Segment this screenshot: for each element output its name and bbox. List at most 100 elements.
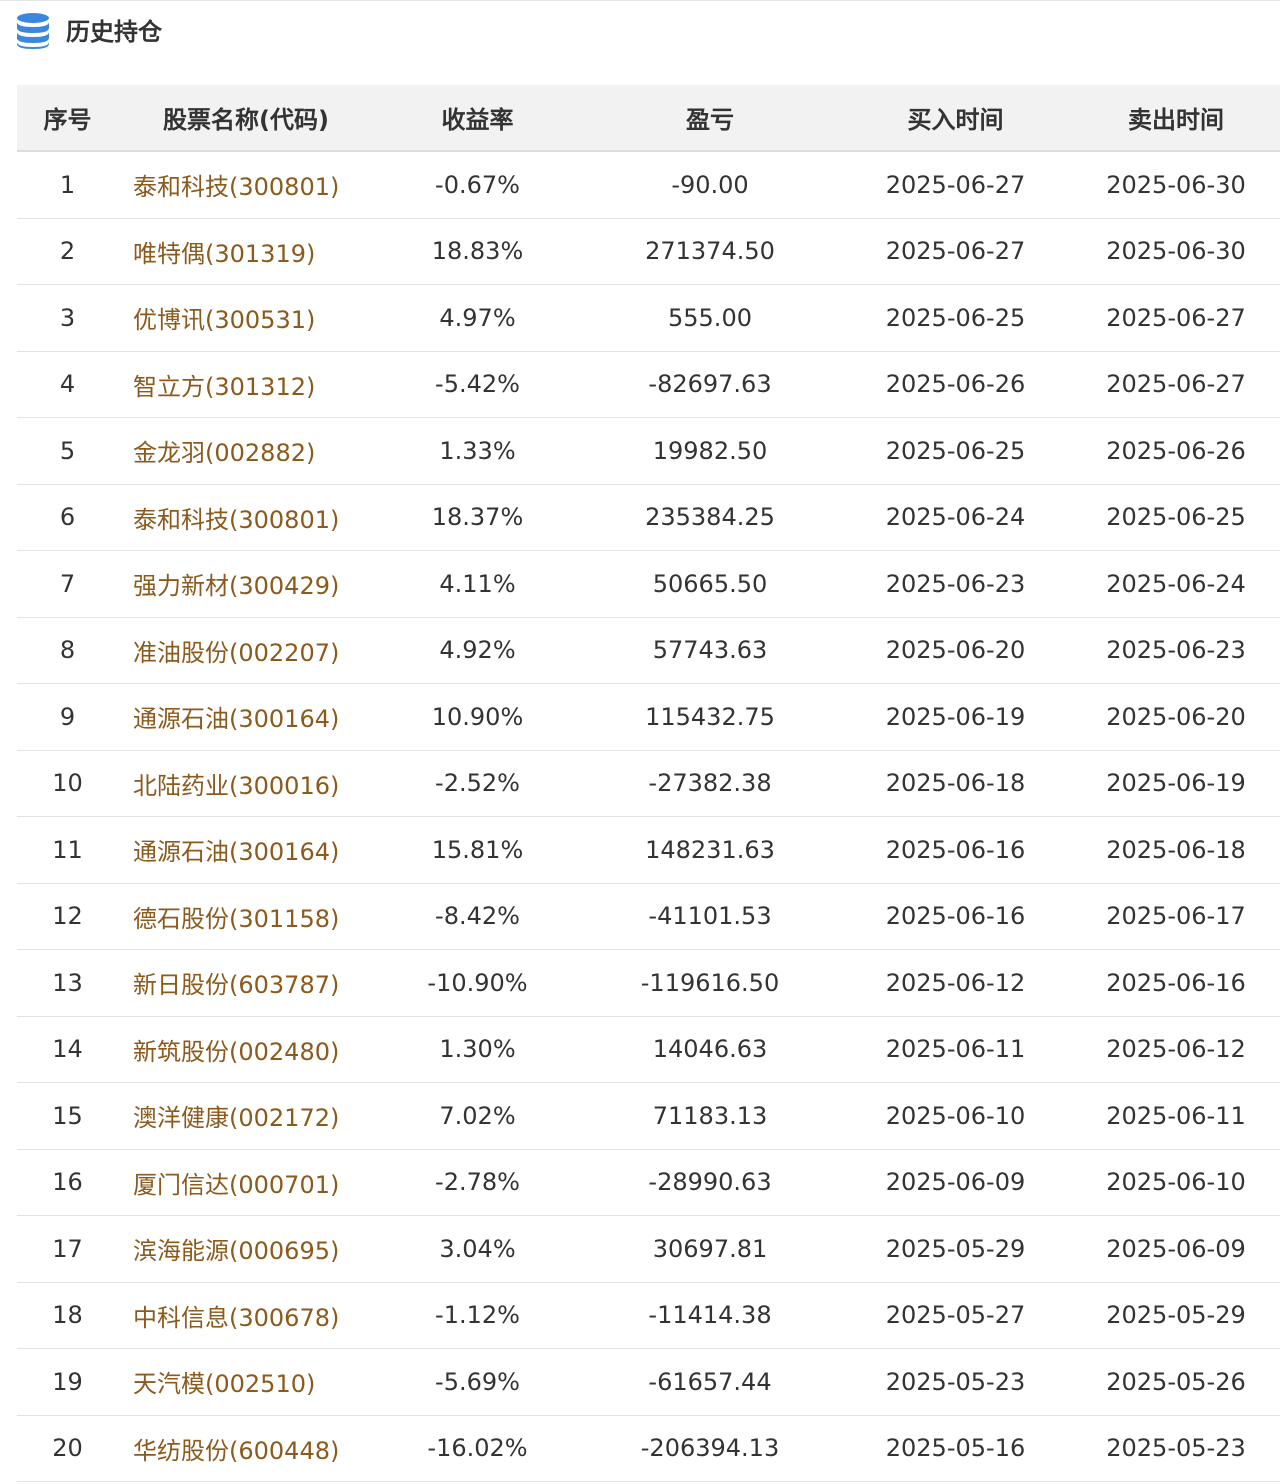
profit-loss: 50665.50 (581, 550, 839, 618)
sell-date: 2025-06-26 (1072, 417, 1280, 485)
sell-date: 2025-06-27 (1072, 351, 1280, 418)
sell-date: 2025-06-18 (1072, 816, 1280, 884)
holdings-table: 序号 股票名称(代码) 收益率 盈亏 买入时间 卖出时间 1 泰和科技(30080… (17, 85, 1280, 1482)
return-rate: 4.11% (374, 550, 581, 618)
sell-date: 2025-06-23 (1072, 617, 1280, 684)
profit-loss: 57743.63 (581, 617, 839, 684)
return-rate: -8.42% (374, 883, 581, 950)
table-row[interactable]: 4 智立方(301312) -5.42% -82697.63 2025-06-26 202… (17, 351, 1280, 418)
row-index: 11 (17, 816, 118, 884)
table-row[interactable]: 19 天汽模(002510) -5.69% -61657.44 2025-05-23 20… (17, 1348, 1280, 1416)
buy-date: 2025-06-12 (839, 949, 1072, 1017)
table-row[interactable]: 8 准油股份(002207) 4.92% 57743.63 2025-06-20 2025… (17, 617, 1280, 684)
column-header-index[interactable]: 序号 (17, 85, 118, 152)
sell-date: 2025-06-30 (1072, 218, 1280, 285)
return-rate: 1.33% (374, 417, 581, 485)
buy-date: 2025-06-09 (839, 1149, 1072, 1216)
table-row[interactable]: 20 华纺股份(600448) -16.02% -206394.13 2025-05-1… (17, 1415, 1280, 1482)
table-row[interactable]: 1 泰和科技(300801) -0.67% -90.00 2025-06-27 2025-… (17, 151, 1280, 219)
buy-date: 2025-06-16 (839, 883, 1072, 950)
table-row[interactable]: 7 强力新材(300429) 4.11% 50665.50 2025-06-23 2025… (17, 550, 1280, 618)
stock-name-link[interactable]: 智立方(301312) (118, 351, 374, 418)
row-index: 2 (17, 218, 118, 285)
column-header-return[interactable]: 收益率 (374, 85, 581, 152)
return-rate: -10.90% (374, 949, 581, 1017)
stock-name-link[interactable]: 泰和科技(300801) (118, 484, 374, 551)
return-rate: -16.02% (374, 1415, 581, 1482)
table-row[interactable]: 2 唯特偶(301319) 18.83% 271374.50 2025-06-27 202… (17, 218, 1280, 285)
buy-date: 2025-05-16 (839, 1415, 1072, 1482)
database-icon (17, 13, 49, 49)
return-rate: 4.92% (374, 617, 581, 684)
row-index: 1 (17, 151, 118, 219)
table-row[interactable]: 6 泰和科技(300801) 18.37% 235384.25 2025-06-24 20… (17, 484, 1280, 551)
table-row[interactable]: 5 金龙羽(002882) 1.33% 19982.50 2025-06-25 2025-… (17, 417, 1280, 485)
return-rate: -5.42% (374, 351, 581, 418)
column-header-buy-date[interactable]: 买入时间 (839, 85, 1072, 152)
table-row[interactable]: 17 滨海能源(000695) 3.04% 30697.81 2025-05-29 202… (17, 1215, 1280, 1283)
row-index: 8 (17, 617, 118, 684)
return-rate: -2.52% (374, 750, 581, 817)
return-rate: -5.69% (374, 1348, 581, 1416)
profit-loss: -11414.38 (581, 1282, 839, 1349)
stock-name-link[interactable]: 准油股份(002207) (118, 617, 374, 684)
return-rate: 3.04% (374, 1215, 581, 1283)
stock-name-link[interactable]: 金龙羽(002882) (118, 417, 374, 485)
stock-name-link[interactable]: 华纺股份(600448) (118, 1415, 374, 1482)
table-row[interactable]: 9 通源石油(300164) 10.90% 115432.75 2025-06-19 20… (17, 683, 1280, 751)
table-row[interactable]: 16 厦门信达(000701) -2.78% -28990.63 2025-06-09 2… (17, 1149, 1280, 1216)
stock-name-link[interactable]: 德石股份(301158) (118, 883, 374, 950)
table-row[interactable]: 15 澳洋健康(002172) 7.02% 71183.13 2025-06-10 202… (17, 1082, 1280, 1150)
stock-name-link[interactable]: 唯特偶(301319) (118, 218, 374, 285)
stock-name-link[interactable]: 通源石油(300164) (118, 816, 374, 884)
buy-date: 2025-06-19 (839, 683, 1072, 751)
sell-date: 2025-06-10 (1072, 1149, 1280, 1216)
table-row[interactable]: 18 中科信息(300678) -1.12% -11414.38 2025-05-27 2… (17, 1282, 1280, 1349)
stock-name-link[interactable]: 通源石油(300164) (118, 683, 374, 751)
stock-name-link[interactable]: 优博讯(300531) (118, 284, 374, 352)
sell-date: 2025-05-26 (1072, 1348, 1280, 1416)
row-index: 12 (17, 883, 118, 950)
row-index: 14 (17, 1016, 118, 1083)
sell-date: 2025-06-17 (1072, 883, 1280, 950)
stock-name-link[interactable]: 滨海能源(000695) (118, 1215, 374, 1283)
table-row[interactable]: 11 通源石油(300164) 15.81% 148231.63 2025-06-16 2… (17, 816, 1280, 884)
row-index: 9 (17, 683, 118, 751)
column-header-sell-date[interactable]: 卖出时间 (1072, 85, 1280, 152)
buy-date: 2025-06-27 (839, 151, 1072, 219)
stock-name-link[interactable]: 新筑股份(002480) (118, 1016, 374, 1083)
sell-date: 2025-05-23 (1072, 1415, 1280, 1482)
stock-name-link[interactable]: 天汽模(002510) (118, 1348, 374, 1416)
table-row[interactable]: 14 新筑股份(002480) 1.30% 14046.63 2025-06-11 202… (17, 1016, 1280, 1083)
table-body: 1 泰和科技(300801) -0.67% -90.00 2025-06-27 2025-… (17, 151, 1280, 1482)
return-rate: -2.78% (374, 1149, 581, 1216)
stock-name-link[interactable]: 澳洋健康(002172) (118, 1082, 374, 1150)
stock-name-link[interactable]: 厦门信达(000701) (118, 1149, 374, 1216)
stock-name-link[interactable]: 强力新材(300429) (118, 550, 374, 618)
stock-name-link[interactable]: 中科信息(300678) (118, 1282, 374, 1349)
profit-loss: 14046.63 (581, 1016, 839, 1083)
table-row[interactable]: 12 德石股份(301158) -8.42% -41101.53 2025-06-16 2… (17, 883, 1280, 950)
column-header-stock-name[interactable]: 股票名称(代码) (118, 85, 374, 152)
row-index: 7 (17, 550, 118, 618)
stock-name-link[interactable]: 北陆药业(300016) (118, 750, 374, 817)
stock-name-link[interactable]: 泰和科技(300801) (118, 151, 374, 219)
buy-date: 2025-06-10 (839, 1082, 1072, 1150)
buy-date: 2025-06-24 (839, 484, 1072, 551)
row-index: 20 (17, 1415, 118, 1482)
column-header-pnl[interactable]: 盈亏 (581, 85, 839, 152)
buy-date: 2025-06-25 (839, 417, 1072, 485)
buy-date: 2025-06-16 (839, 816, 1072, 884)
profit-loss: -82697.63 (581, 351, 839, 418)
profit-loss: 555.00 (581, 284, 839, 352)
sell-date: 2025-05-29 (1072, 1282, 1280, 1349)
stock-name-link[interactable]: 新日股份(603787) (118, 949, 374, 1017)
table-row[interactable]: 10 北陆药业(300016) -2.52% -27382.38 2025-06-18 2… (17, 750, 1280, 817)
sell-date: 2025-06-19 (1072, 750, 1280, 817)
profit-loss: 30697.81 (581, 1215, 839, 1283)
profit-loss: 148231.63 (581, 816, 839, 884)
profit-loss: 115432.75 (581, 683, 839, 751)
table-row[interactable]: 13 新日股份(603787) -10.90% -119616.50 2025-06-1… (17, 949, 1280, 1017)
profit-loss: 271374.50 (581, 218, 839, 285)
table-row[interactable]: 3 优博讯(300531) 4.97% 555.00 2025-06-25 2025-06… (17, 284, 1280, 352)
